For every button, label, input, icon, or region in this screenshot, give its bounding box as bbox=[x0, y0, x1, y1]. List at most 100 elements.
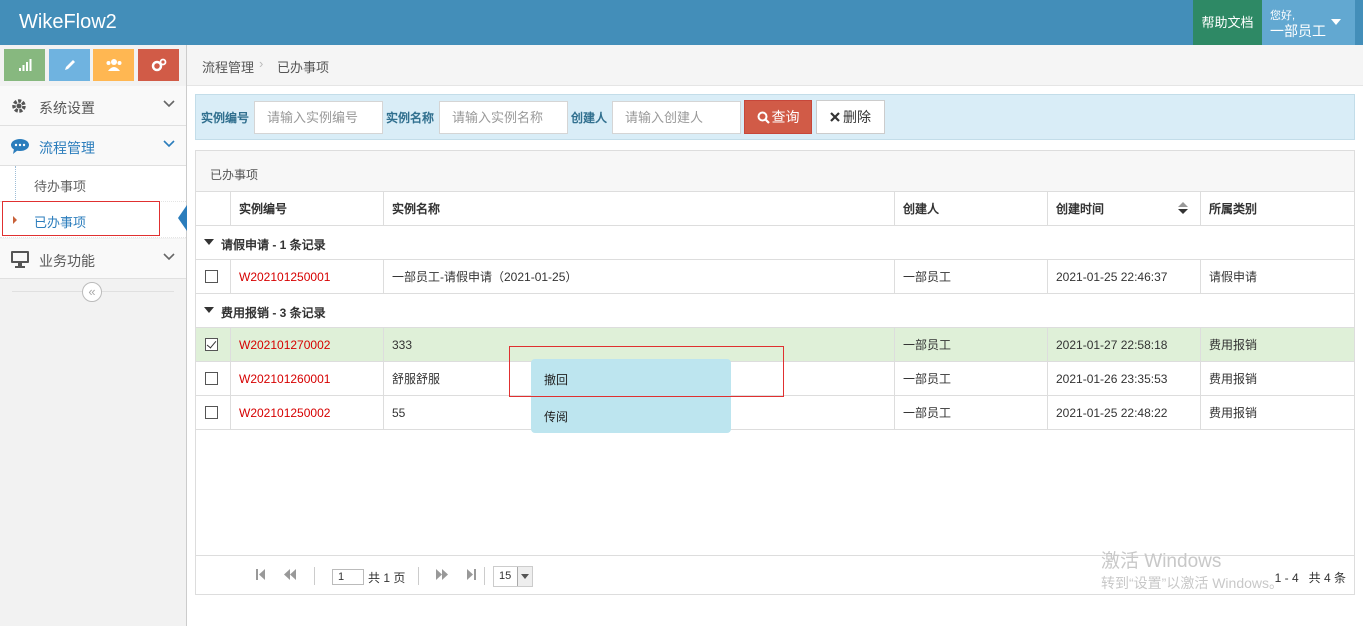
context-menu-label: 传阅 bbox=[544, 410, 569, 424]
table-row[interactable]: W202101250001 一部员工-请假申请（2021-01-25） 一部员工… bbox=[196, 260, 1354, 294]
grid-title: 已办事项 bbox=[196, 151, 1354, 192]
column-header-id[interactable]: 实例编号 bbox=[231, 192, 384, 225]
record-total: 共 4 条 bbox=[1308, 571, 1346, 585]
table-row[interactable]: W202101250002 55 一部员工 2021-01-25 22:48:2… bbox=[196, 396, 1354, 430]
group-label: 请假申请 - 1 条记录 bbox=[221, 238, 326, 252]
grid-title-text: 已办事项 bbox=[210, 168, 259, 182]
row-checkbox[interactable] bbox=[205, 406, 218, 419]
chevron-down-icon bbox=[517, 567, 532, 586]
cell-created-time: 2021-01-26 23:35:53 bbox=[1048, 362, 1201, 395]
cell-category: 费用报销 bbox=[1209, 406, 1258, 420]
top-navbar: WikeFlow2 帮助文档 您好, 一部员工 bbox=[0, 0, 1363, 45]
sidebar-item-label: 业务功能 bbox=[39, 253, 95, 269]
sidebar-item-business-functions[interactable]: 业务功能 bbox=[0, 239, 186, 279]
header-checkbox-cell bbox=[196, 192, 231, 225]
sidebar-item-system-settings[interactable]: 系统设置 bbox=[0, 86, 186, 126]
breadcrumb: 流程管理 › 已办事项 bbox=[187, 45, 1363, 86]
app-title[interactable]: WikeFlow2 bbox=[19, 11, 117, 34]
row-checkbox[interactable] bbox=[205, 372, 218, 385]
breadcrumb-current: 已办事项 bbox=[277, 60, 330, 75]
column-header-name[interactable]: 实例名称 bbox=[384, 192, 895, 225]
close-icon bbox=[830, 112, 840, 122]
chevron-down-icon bbox=[163, 98, 175, 110]
column-header-created-time[interactable]: 创建时间 bbox=[1048, 192, 1201, 225]
column-header-category[interactable]: 所属类别 bbox=[1201, 192, 1354, 225]
cell-creator: 一部员工 bbox=[895, 396, 1048, 429]
cell-creator: 一部员工 bbox=[895, 260, 1048, 293]
cell-creator: 一部员工 bbox=[895, 362, 1048, 395]
cell-created-time: 2021-01-25 22:46:37 bbox=[1048, 260, 1201, 293]
total-pages-text: 共 1 页 bbox=[368, 571, 406, 585]
column-header-label: 创建时间 bbox=[1056, 202, 1105, 216]
cell-instance-name: 一部员工-请假申请（2021-01-25） bbox=[384, 260, 895, 293]
sort-icon bbox=[1178, 202, 1188, 214]
user-name: 一部员工 bbox=[1270, 23, 1326, 39]
creator-label: 创建人 bbox=[571, 111, 608, 125]
cell-instance-id[interactable]: W202101250002 bbox=[231, 396, 384, 429]
help-docs-button[interactable]: 帮助文档 bbox=[1193, 0, 1262, 45]
gear-icon bbox=[10, 97, 30, 115]
activation-watermark-subtitle: 转到“设置”以激活 Windows。 bbox=[1101, 575, 1284, 591]
group-row[interactable]: 请假申请 - 1 条记录 bbox=[196, 226, 1354, 260]
query-button[interactable]: 查询 bbox=[744, 100, 812, 134]
cell-category: 费用报销 bbox=[1209, 338, 1258, 352]
sidebar-item-process-management[interactable]: 流程管理 bbox=[0, 126, 186, 166]
users-icon[interactable] bbox=[93, 49, 134, 81]
chevron-down-icon bbox=[163, 138, 175, 150]
record-range-info: 1 - 4 共 4 条 bbox=[1275, 569, 1346, 586]
delete-button[interactable]: 删除 bbox=[816, 100, 885, 134]
chevron-down-icon bbox=[163, 251, 175, 263]
row-checkbox-cell bbox=[196, 362, 231, 395]
pager-divider bbox=[418, 567, 419, 585]
breadcrumb-root[interactable]: 流程管理 bbox=[202, 57, 254, 76]
row-checkbox[interactable] bbox=[205, 338, 218, 351]
caret-down-icon bbox=[204, 239, 214, 245]
page-size-select[interactable]: 15 bbox=[493, 566, 533, 587]
cell-category: 费用报销 bbox=[1209, 372, 1258, 386]
cell-created-time: 2021-01-25 22:48:22 bbox=[1048, 396, 1201, 429]
row-checkbox[interactable] bbox=[205, 270, 218, 283]
user-menu[interactable]: 您好, 一部员工 bbox=[1262, 0, 1355, 45]
page-number-input[interactable]: 1 bbox=[332, 569, 364, 585]
pager-divider bbox=[314, 567, 315, 585]
delete-button-label: 删除 bbox=[843, 109, 871, 125]
sidebar-collapse-button[interactable]: « bbox=[82, 282, 102, 302]
chevron-right-icon: › bbox=[259, 56, 264, 71]
active-item-pointer bbox=[178, 205, 187, 231]
signal-icon[interactable] bbox=[4, 49, 45, 81]
group-row[interactable]: 费用报销 - 3 条记录 bbox=[196, 294, 1354, 328]
search-bar: 实例编号 实例名称 创建人 查询 删除 bbox=[195, 94, 1355, 140]
caret-down-icon bbox=[204, 307, 214, 313]
cell-instance-id[interactable]: W202101260001 bbox=[231, 362, 384, 395]
column-header-creator[interactable]: 创建人 bbox=[895, 192, 1048, 225]
query-button-label: 查询 bbox=[771, 109, 800, 125]
instance-name-input[interactable] bbox=[439, 101, 568, 134]
caret-down-icon bbox=[1331, 19, 1341, 25]
pager-divider bbox=[484, 567, 485, 585]
cell-instance-id[interactable]: W202101250001 bbox=[231, 260, 384, 293]
comments-icon bbox=[10, 137, 30, 155]
last-page-icon[interactable] bbox=[466, 569, 476, 583]
cell-instance-id[interactable]: W202101270002 bbox=[231, 328, 384, 361]
table-header: 实例编号 实例名称 创建人 创建时间 所属类别 bbox=[196, 192, 1354, 226]
cogs-icon[interactable] bbox=[138, 49, 179, 81]
sidebar-item-label: 待办事项 bbox=[34, 179, 87, 194]
sidebar-item-label: 系统设置 bbox=[39, 100, 95, 116]
group-label: 费用报销 - 3 条记录 bbox=[221, 306, 326, 320]
first-page-icon[interactable] bbox=[256, 569, 266, 583]
tree-dotted-line bbox=[15, 166, 16, 202]
creator-input[interactable] bbox=[612, 101, 741, 134]
instance-name-label: 实例名称 bbox=[386, 111, 435, 125]
row-checkbox-cell bbox=[196, 396, 231, 429]
previous-page-icon[interactable] bbox=[284, 569, 296, 583]
next-page-icon[interactable] bbox=[436, 569, 448, 583]
pencil-icon[interactable] bbox=[49, 49, 90, 81]
context-menu-item-circulate[interactable]: 传阅 bbox=[531, 396, 731, 433]
sidebar-item-todo[interactable]: 待办事项 bbox=[0, 166, 186, 202]
activation-watermark-title: 激活 Windows bbox=[1101, 551, 1222, 572]
cell-category: 请假申请 bbox=[1209, 270, 1258, 284]
instance-id-input[interactable] bbox=[254, 101, 383, 134]
cell-created-time: 2021-01-27 22:58:18 bbox=[1048, 328, 1201, 361]
desktop-icon bbox=[10, 250, 30, 268]
search-icon bbox=[757, 111, 770, 124]
